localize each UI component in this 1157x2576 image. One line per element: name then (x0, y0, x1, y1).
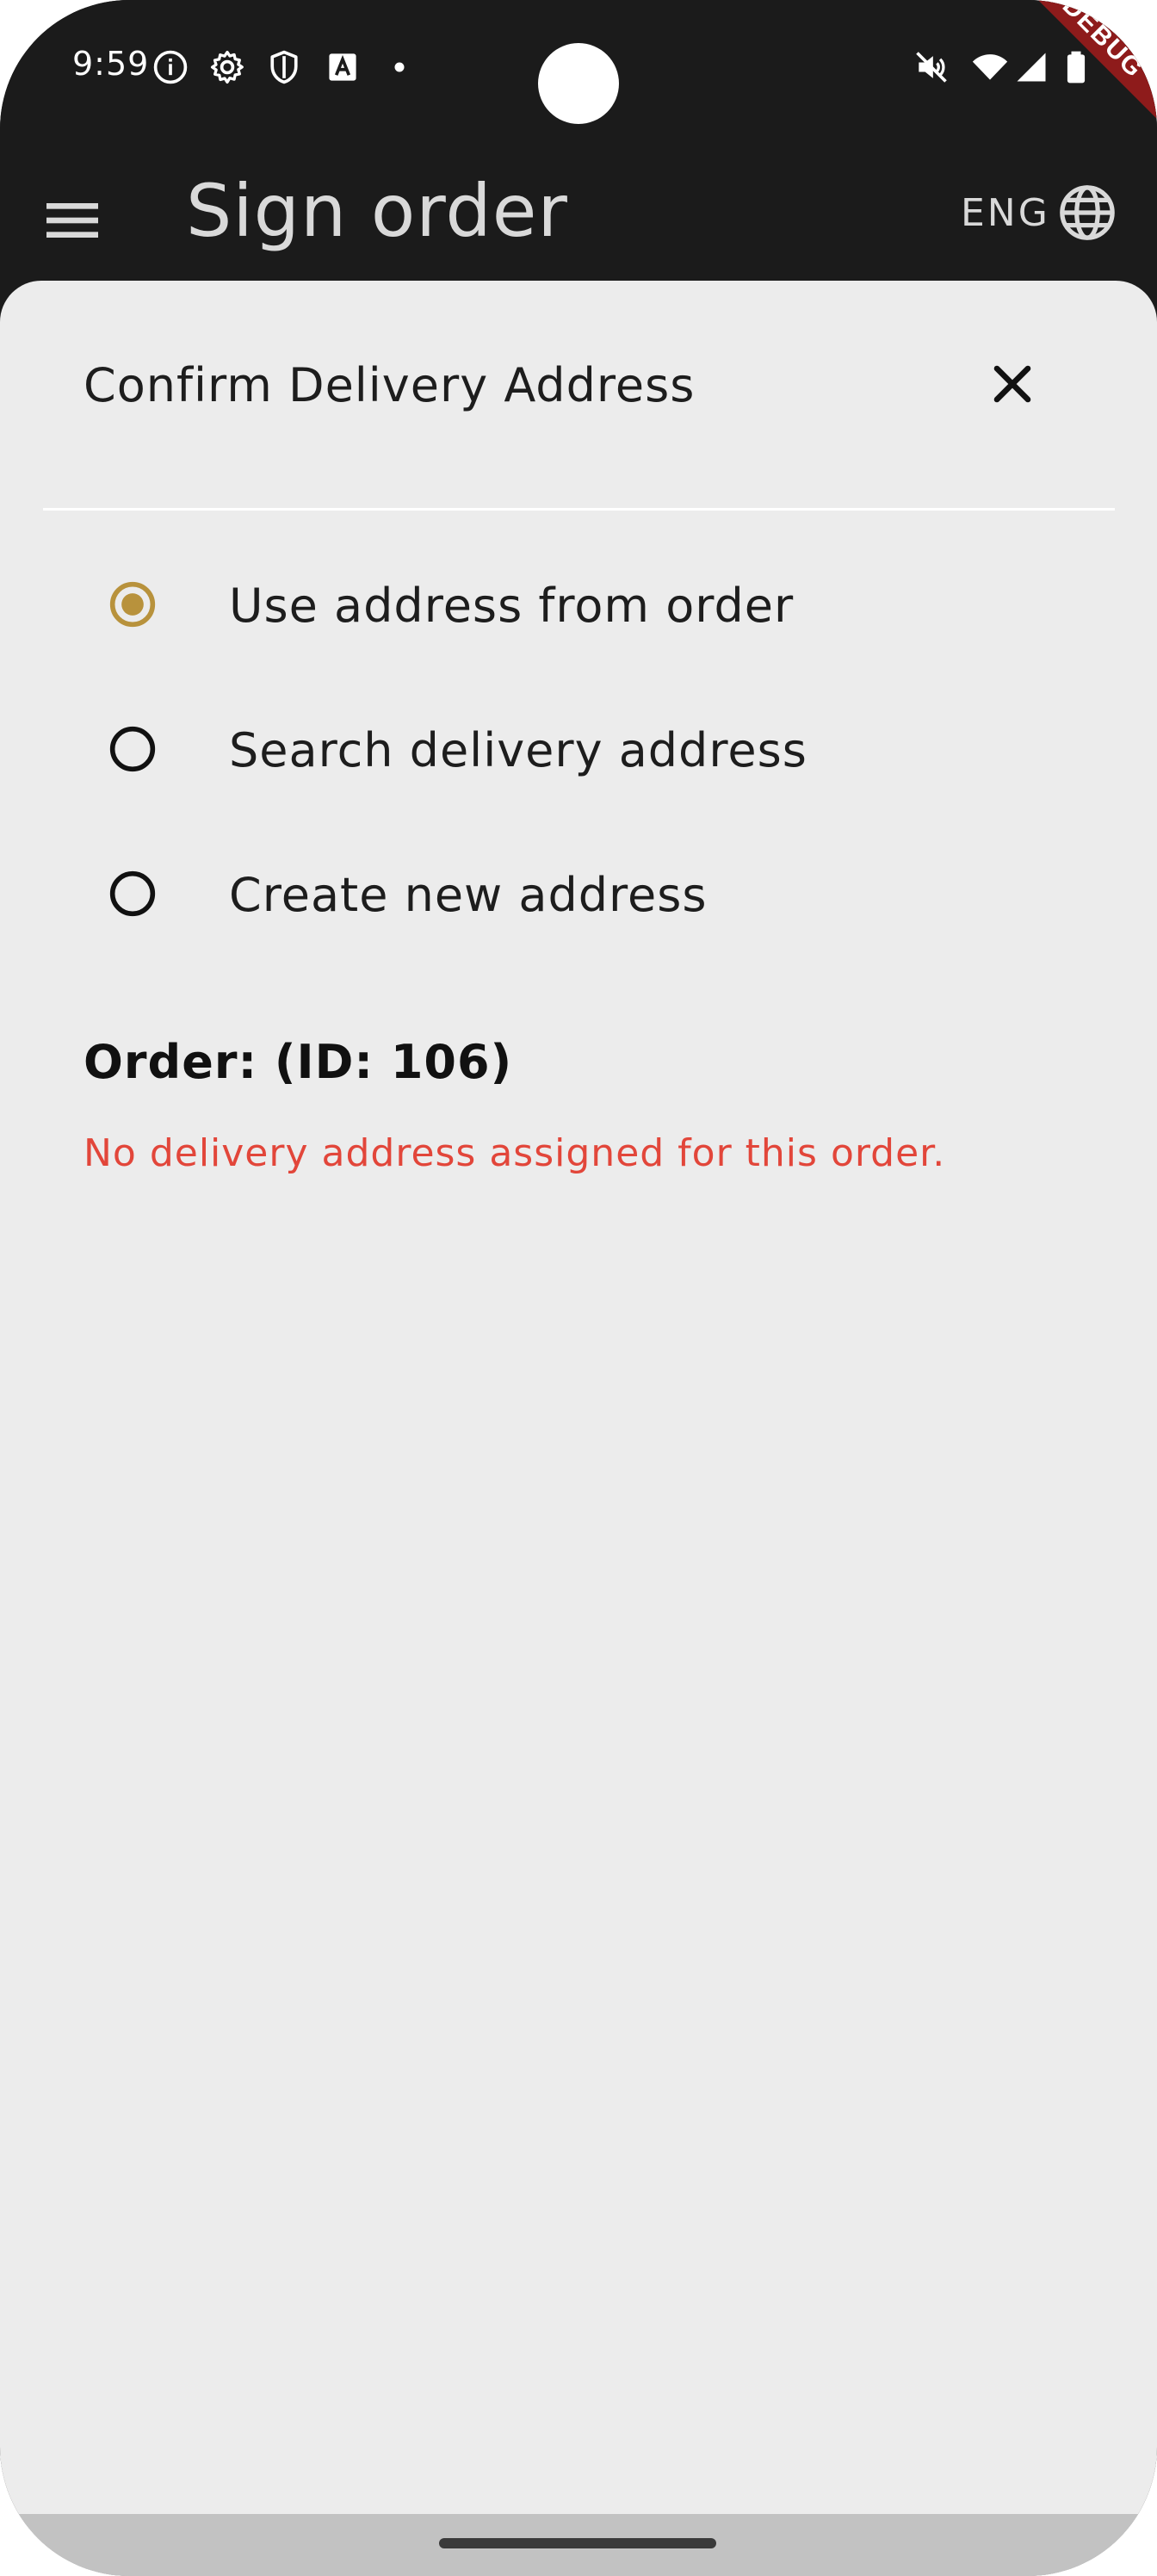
cellular-signal-icon (1017, 53, 1046, 82)
front-camera (538, 43, 619, 124)
option-search-delivery-address[interactable]: Search delivery address (86, 697, 1076, 801)
info-icon (153, 50, 188, 84)
radio-selected-icon[interactable] (108, 580, 157, 629)
order-heading: Order: (ID: 106) (84, 1035, 513, 1089)
device-screen: 9:59 DEBUG Sign order ENG Confirm Delive… (0, 0, 1157, 2576)
divider (43, 508, 1115, 511)
status-bar: 9:59 DEBUG (0, 0, 1157, 138)
globe-icon (1060, 185, 1115, 240)
order-warning-message: No delivery address assigned for this or… (84, 1131, 946, 1175)
shield-icon (270, 50, 298, 84)
confirm-address-sheet: Confirm Delivery Address Use address fro… (0, 281, 1157, 2576)
option-label: Use address from order (229, 579, 795, 633)
language-label: ENG (961, 191, 1050, 235)
option-use-address-from-order[interactable]: Use address from order (86, 553, 1076, 656)
close-icon[interactable] (981, 353, 1043, 415)
page-title: Sign order (186, 169, 568, 253)
menu-icon[interactable] (38, 186, 107, 255)
navigation-bar (0, 2514, 1157, 2576)
accessibility-a-icon (329, 53, 356, 81)
mute-icon (916, 52, 947, 83)
settings-gear-icon (210, 50, 244, 84)
option-label: Create new address (229, 868, 708, 922)
option-label: Search delivery address (229, 723, 807, 777)
notification-dot-icon (394, 62, 405, 72)
language-selector-button[interactable]: ENG (957, 181, 1121, 250)
dialog-title: Confirm Delivery Address (84, 358, 696, 412)
radio-unselected-icon[interactable] (108, 870, 157, 918)
option-create-new-address[interactable]: Create new address (86, 842, 1076, 945)
status-time: 9:59 (72, 45, 150, 83)
battery-icon (1067, 51, 1086, 84)
wifi-icon (972, 54, 1008, 80)
radio-unselected-icon[interactable] (108, 725, 157, 773)
home-indicator[interactable] (439, 2538, 716, 2548)
app-bar: Sign order ENG (0, 138, 1157, 281)
